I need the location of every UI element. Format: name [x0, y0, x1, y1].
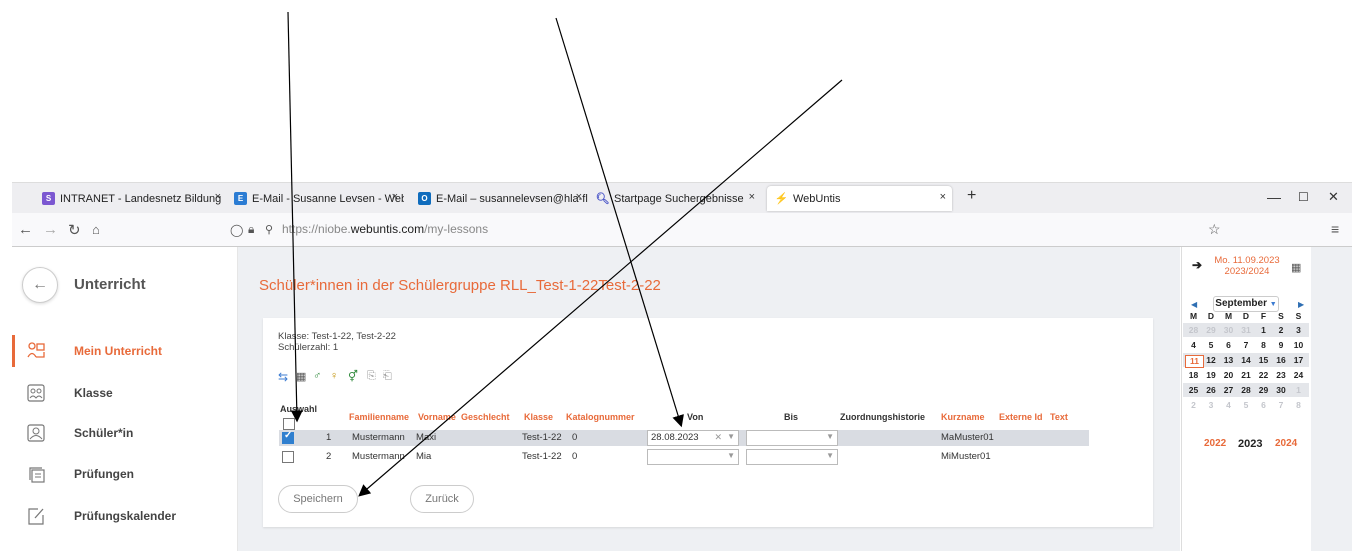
annotation-arrows	[287, 11, 843, 497]
annotation-arrow-von	[555, 17, 684, 428]
annotation-arrow-save	[358, 79, 843, 497]
annotation-arrow-checkbox	[287, 11, 303, 423]
